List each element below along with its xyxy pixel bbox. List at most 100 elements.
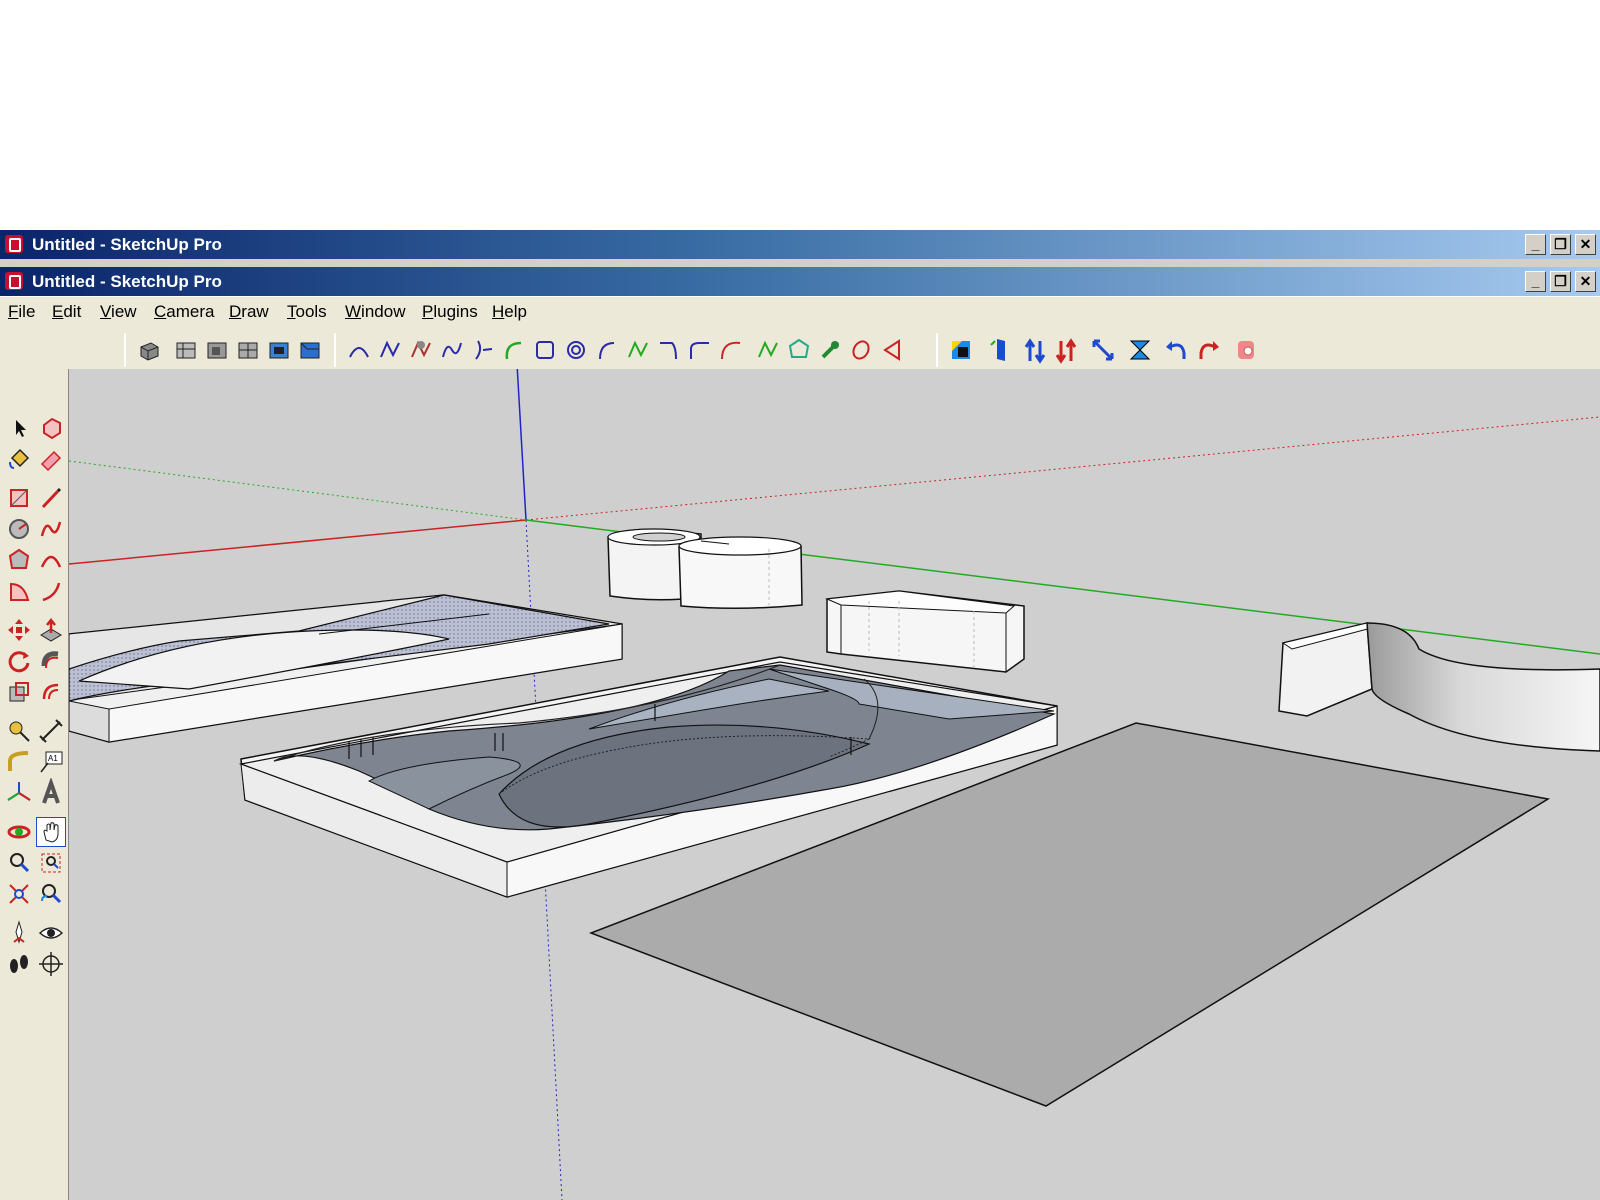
menu-file[interactable]: File	[8, 302, 35, 322]
two-point-arc-icon[interactable]	[36, 576, 66, 606]
blue-axis	[516, 369, 527, 521]
menu-plugins[interactable]: Plugins	[422, 302, 478, 322]
pan-hand-icon[interactable]	[36, 817, 66, 847]
minimize-button[interactable]: _	[1525, 271, 1546, 292]
position-camera-icon[interactable]	[4, 918, 34, 948]
polygon-tool-icon[interactable]	[4, 545, 34, 575]
polygon-icon[interactable]	[784, 335, 814, 365]
arc2-icon[interactable]	[592, 335, 622, 365]
tool-palette: A1	[0, 369, 69, 1200]
menu-view[interactable]: View	[100, 302, 137, 322]
section-plane-icon[interactable]	[36, 949, 66, 979]
arc-tool-icon[interactable]	[36, 545, 66, 575]
menu-window[interactable]: Window	[345, 302, 405, 322]
polyline-icon[interactable]	[375, 335, 405, 365]
text-tool-icon[interactable]: A1	[36, 747, 66, 777]
zoom-tool-icon[interactable]	[4, 848, 34, 878]
paint-bucket-icon[interactable]	[4, 444, 34, 474]
undo-arrow-icon[interactable]	[1162, 335, 1192, 365]
previous-view-icon[interactable]	[36, 879, 66, 909]
freehand-icon[interactable]	[406, 335, 436, 365]
close-button[interactable]: ✕	[1575, 234, 1596, 255]
circle-tool-icon[interactable]	[4, 514, 34, 544]
bezier-icon[interactable]	[344, 335, 374, 365]
arc-icon[interactable]	[499, 335, 529, 365]
menu-draw[interactable]: Draw	[229, 302, 269, 322]
window-title-bar[interactable]: Untitled - SketchUp Pro _ ❐ ✕	[0, 230, 1600, 259]
push-pull-icon[interactable]	[36, 615, 66, 645]
look-around-eye-icon[interactable]	[36, 918, 66, 948]
window-frame-strip	[0, 259, 1600, 267]
triangle-icon[interactable]	[877, 335, 907, 365]
axes-tool-icon[interactable]	[4, 778, 34, 808]
spline-icon[interactable]	[437, 335, 467, 365]
back-view-icon[interactable]	[264, 335, 294, 365]
eraser-ghost-icon[interactable]	[1230, 335, 1260, 365]
pie-tool-icon[interactable]	[4, 576, 34, 606]
walk-footprints-icon[interactable]	[4, 949, 34, 979]
menu-camera[interactable]: Camera	[154, 302, 214, 322]
iso-view-icon[interactable]	[134, 335, 164, 365]
bezier2-icon[interactable]	[716, 335, 746, 365]
svg-text:A1: A1	[48, 754, 58, 763]
l-shaped-wall	[825, 590, 1025, 673]
scale-icon[interactable]	[1088, 335, 1118, 365]
move-tool-icon[interactable]	[4, 615, 34, 645]
sketchup-app-icon	[5, 272, 23, 290]
right-view-icon[interactable]	[233, 335, 263, 365]
window-title: Untitled - SketchUp Pro	[32, 235, 222, 254]
make-component-icon[interactable]	[36, 413, 66, 443]
redo-arrow-icon[interactable]	[1193, 335, 1223, 365]
rectangle-icon[interactable]	[530, 335, 560, 365]
curve-icon[interactable]	[623, 335, 653, 365]
select-arrow-icon[interactable]	[4, 413, 34, 443]
face-tool-icon[interactable]	[946, 335, 976, 365]
document-title-bar[interactable]: Untitled - SketchUp Pro _ ❐ ✕	[0, 267, 1600, 296]
orbit-tool-icon[interactable]	[4, 817, 34, 847]
protractor-icon[interactable]	[4, 747, 34, 777]
rectangle-tool-icon[interactable]	[4, 483, 34, 513]
zoom-extents-icon[interactable]	[4, 879, 34, 909]
curves-toolbar	[334, 333, 907, 367]
3d-text-icon[interactable]	[36, 776, 66, 808]
drawing-viewport[interactable]	[69, 369, 1600, 1200]
front-view-icon[interactable]	[202, 335, 232, 365]
menu-edit[interactable]: Edit	[52, 302, 81, 322]
restore-button[interactable]: ❐	[1550, 271, 1571, 292]
tools-toolbar	[936, 333, 1260, 367]
pencil-line-icon[interactable]	[36, 483, 66, 513]
ellipse-icon[interactable]	[846, 335, 876, 365]
sketchup-app-icon	[5, 235, 23, 253]
push-down-icon[interactable]	[1051, 335, 1081, 365]
rotate-tool-icon[interactable]	[4, 646, 34, 676]
green-axis-dotted	[69, 460, 527, 521]
close-button[interactable]: ✕	[1575, 271, 1596, 292]
red-axis	[69, 519, 527, 565]
corner-icon[interactable]	[654, 335, 684, 365]
freehand-tool-icon[interactable]	[36, 514, 66, 544]
menu-bar: File Edit View Camera Draw Tools Window …	[0, 297, 1600, 327]
hourglass-icon[interactable]	[1125, 335, 1155, 365]
push-up-icon[interactable]	[1020, 335, 1050, 365]
zigzag-icon[interactable]	[753, 335, 783, 365]
right-curved-wall	[1278, 622, 1600, 752]
top-view-icon[interactable]	[171, 335, 201, 365]
scale-tool-icon[interactable]	[4, 677, 34, 707]
zoom-window-icon[interactable]	[36, 848, 66, 878]
document-title: Untitled - SketchUp Pro	[32, 272, 222, 291]
spiral-icon[interactable]	[561, 335, 591, 365]
catmull-icon[interactable]	[468, 335, 498, 365]
extrude-icon[interactable]	[983, 335, 1013, 365]
menu-tools[interactable]: Tools	[287, 302, 327, 322]
menu-help[interactable]: Help	[492, 302, 527, 322]
fillet-icon[interactable]	[685, 335, 715, 365]
dimension-tool-icon[interactable]	[36, 716, 66, 746]
minimize-button[interactable]: _	[1525, 234, 1546, 255]
offset-tool-icon[interactable]	[36, 677, 66, 707]
follow-me-icon[interactable]	[36, 646, 66, 676]
restore-button[interactable]: ❐	[1550, 234, 1571, 255]
wrench-icon[interactable]	[815, 335, 845, 365]
tape-measure-icon[interactable]	[4, 716, 34, 746]
left-view-icon[interactable]	[295, 335, 325, 365]
eraser-icon[interactable]	[36, 444, 66, 474]
